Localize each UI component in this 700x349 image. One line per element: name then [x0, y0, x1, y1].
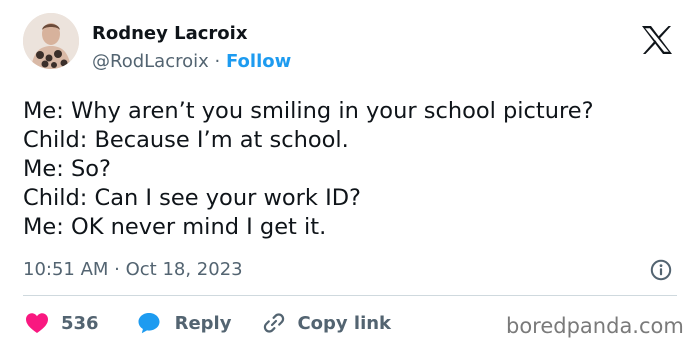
avatar-image: [23, 13, 79, 69]
avatar[interactable]: [23, 13, 79, 69]
action-bar: 536 Reply Copy link: [25, 309, 391, 337]
reply-label: Reply: [174, 312, 232, 334]
copy-link-button[interactable]: Copy link: [263, 312, 391, 334]
like-count: 536: [61, 312, 99, 334]
watermark: boredpanda.com: [506, 314, 684, 338]
heart-icon: [26, 313, 48, 333]
author-handle[interactable]: @RodLacroix: [92, 51, 209, 72]
tweet-line: Me: Why aren’t you smiling in your schoo…: [23, 98, 594, 124]
tweet-line: Child: Can I see your work ID?: [23, 185, 361, 211]
author-meta: @RodLacroix · Follow: [92, 50, 291, 74]
like-button[interactable]: 536: [25, 312, 99, 334]
info-icon[interactable]: [650, 259, 672, 281]
tweet-line: Me: So?: [23, 156, 111, 182]
author-name[interactable]: Rodney Lacroix: [92, 22, 247, 46]
follow-button[interactable]: Follow: [226, 51, 291, 72]
meta-separator: ·: [214, 51, 221, 72]
tweet-line: Child: Because I’m at school.: [23, 127, 349, 153]
tweet-timestamp[interactable]: 10:51 AM · Oct 18, 2023: [23, 258, 243, 282]
divider: [23, 295, 677, 296]
tweet-text: Me: Why aren’t you smiling in your schoo…: [23, 97, 594, 242]
link-icon: [264, 313, 285, 333]
copy-link-label: Copy link: [297, 312, 392, 334]
x-logo-icon[interactable]: [640, 25, 674, 55]
reply-bubble-icon: [138, 313, 160, 334]
tweet-line: Me: OK never mind I get it.: [23, 214, 327, 240]
reply-button[interactable]: Reply: [137, 311, 232, 335]
